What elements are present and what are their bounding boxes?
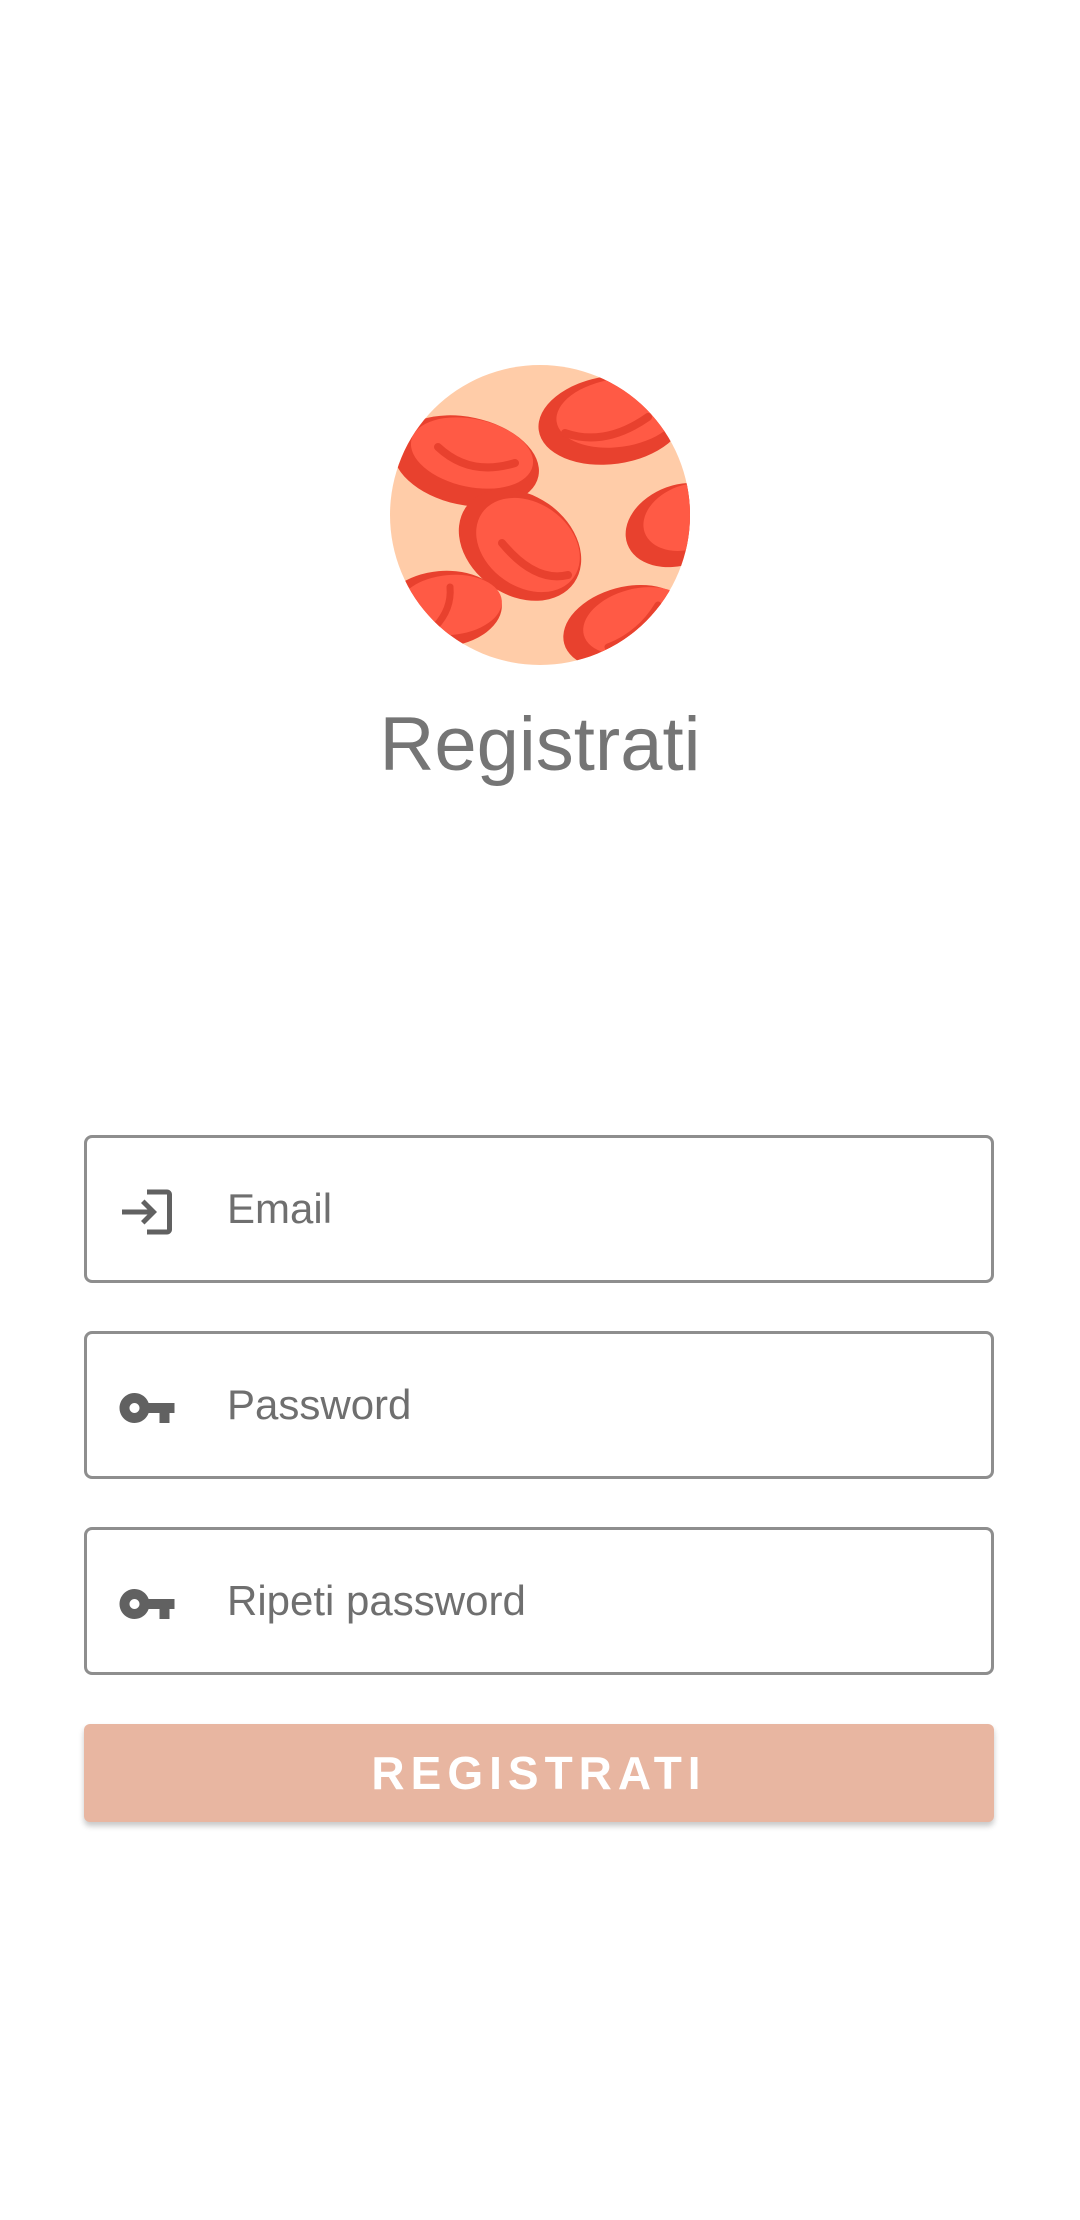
- register-button[interactable]: REGISTRATI: [84, 1724, 994, 1822]
- login-icon: [117, 1182, 177, 1242]
- email-field[interactable]: [84, 1135, 994, 1283]
- page-title: Registrati: [379, 702, 701, 787]
- app-logo: [390, 365, 690, 665]
- key-icon: [117, 1378, 177, 1438]
- red-blood-cells-icon: [390, 365, 690, 665]
- password-field[interactable]: [84, 1331, 994, 1479]
- repeat-password-input[interactable]: [227, 1530, 967, 1672]
- email-input[interactable]: [227, 1138, 967, 1280]
- password-input[interactable]: [227, 1334, 967, 1476]
- key-icon: [117, 1574, 177, 1634]
- repeat-password-field[interactable]: [84, 1527, 994, 1675]
